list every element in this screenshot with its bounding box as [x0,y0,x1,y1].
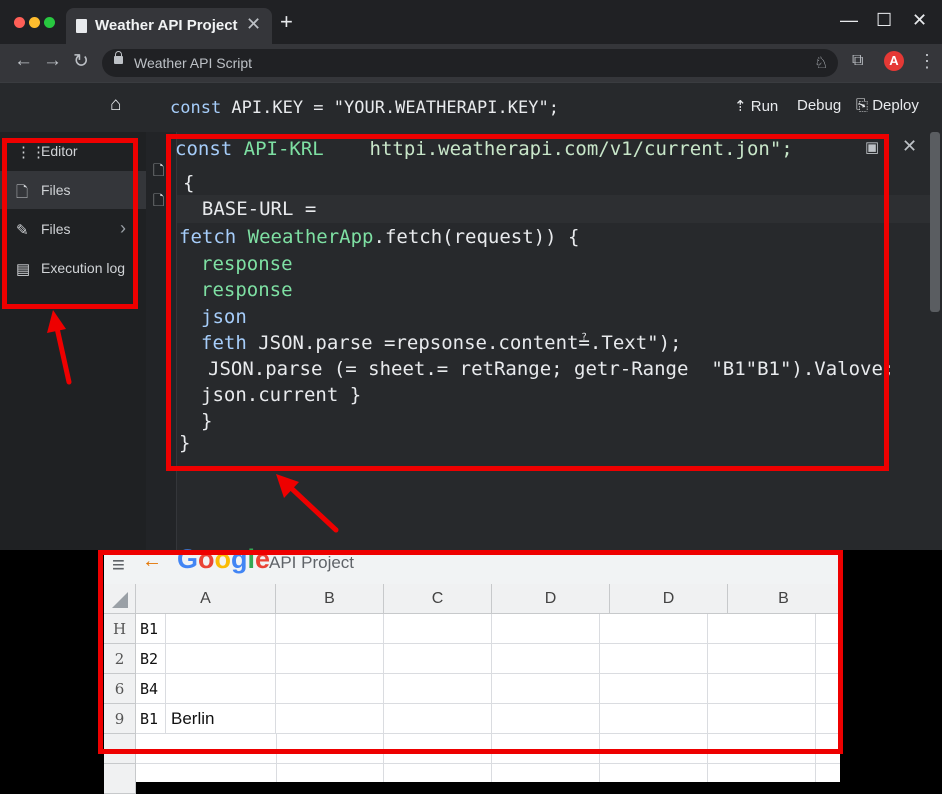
annotation-arrow-sidebar [47,310,72,385]
annotation-arrows [47,310,339,533]
annotation-arrow-code [276,474,339,533]
